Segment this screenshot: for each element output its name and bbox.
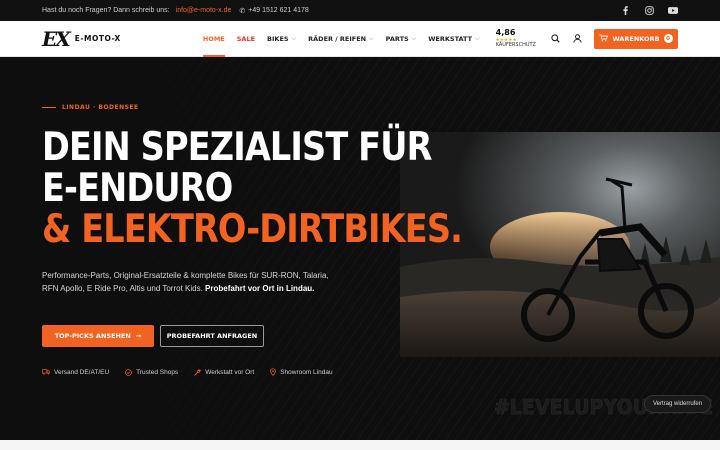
- hero-location-tag: LINDAU · BODENSEE: [42, 104, 139, 111]
- next-section-edge: [0, 440, 720, 450]
- cart-count-badge: 0: [663, 34, 673, 43]
- social-links: [620, 6, 678, 16]
- contact-phone-link[interactable]: ✆ +49 1512 621 4178: [239, 7, 308, 15]
- contact-message: Hast du noch Fragen? Dann schreib uns:: [42, 7, 170, 14]
- chevron-down-icon: ⌵: [369, 34, 374, 42]
- chevron-down-icon: ⌵: [291, 34, 297, 42]
- hero-headline: DEIN SPEZIALIST FÜR E-ENDURO & ELEKTRO-D…: [42, 125, 463, 252]
- test-ride-request-button[interactable]: PROBEFAHRT ANFRAGEN: [160, 325, 264, 347]
- wrench-icon: [194, 368, 202, 376]
- headline-line-1: DEIN SPEZIALIST FÜR: [42, 125, 432, 170]
- tag-line-divider: [42, 107, 56, 108]
- chevron-down-icon: ⌵: [475, 34, 480, 42]
- main-nav: HOME SALE BIKES ⌵ RÄDER / REIFEN ⌵ PARTS ⌵ …: [197, 21, 486, 57]
- cart-button[interactable]: WARENKORB 0: [594, 28, 678, 49]
- nav-sale-label: SALE: [236, 34, 256, 43]
- site-logo[interactable]: EX E-MOTO-X: [42, 27, 121, 51]
- chevron-down-icon: ⌵: [411, 34, 417, 42]
- nav-bikes-label: BIKES: [267, 34, 289, 43]
- headline-line-2: E-ENDURO: [42, 166, 233, 211]
- test-ride-label: PROBEFAHRT ANFRAGEN: [166, 332, 258, 340]
- nav-parts-label: PARTS: [385, 34, 409, 43]
- shield-check-icon: [125, 368, 132, 376]
- rating-label: KÄUFERSCHUTZ: [495, 42, 536, 49]
- facebook-icon[interactable]: [620, 6, 630, 16]
- hero-section: LINDAU · BODENSEE DEIN SPEZIALIST FÜR E-…: [0, 57, 720, 440]
- feature-label: Trusted Shops: [136, 368, 179, 376]
- nav-parts[interactable]: PARTS ⌵: [380, 21, 423, 57]
- phone-icon: ✆: [239, 7, 246, 15]
- feature-label: Showroom Lindau: [280, 368, 333, 376]
- nav-raeder-label: RÄDER / REIFEN: [308, 34, 367, 43]
- tag-label: LINDAU · BODENSEE: [62, 104, 139, 111]
- contact-phone-number: +49 1512 621 4178: [248, 7, 309, 14]
- feature-label: Werkstatt vor Ort: [205, 368, 255, 376]
- feature-label: Versand DE/AT/EU: [54, 368, 110, 376]
- cart-label: WARENKORB: [612, 34, 660, 43]
- top-info-bar: Hast du noch Fragen? Dann schreib uns: i…: [0, 0, 720, 21]
- youtube-icon[interactable]: [668, 6, 678, 16]
- logo-text: E-MOTO-X: [74, 34, 121, 43]
- instagram-icon[interactable]: [644, 6, 654, 16]
- rating-score: 4,86: [495, 27, 516, 37]
- nav-home-label: HOME: [202, 34, 225, 43]
- feature-list: Versand DE/AT/EU Trusted Shops Werkstatt…: [42, 368, 333, 376]
- headline-line-3: & ELEKTRO-DIRTBIKES.: [42, 207, 463, 252]
- nav-raeder-reifen[interactable]: RÄDER / REIFEN ⌵: [302, 21, 380, 57]
- cart-icon: [599, 33, 609, 44]
- top-picks-label: TOP-PICKS ANSEHEN: [54, 332, 131, 340]
- description-bold: Probefahrt vor Ort in Lindau.: [205, 283, 315, 293]
- location-pin-icon: [270, 368, 276, 376]
- contract-revoke-button[interactable]: Vertrag widerrufen: [644, 395, 712, 413]
- contact-email-link[interactable]: info@e-moto-x.de: [176, 7, 232, 14]
- search-icon[interactable]: [550, 34, 560, 44]
- feature-item: Werkstatt vor Ort: [194, 368, 254, 376]
- nav-werkstatt[interactable]: WERKSTATT ⌵: [422, 21, 485, 57]
- feature-item: Versand DE/AT/EU: [42, 368, 109, 376]
- nav-werkstatt-label: WERKSTATT: [428, 34, 473, 43]
- user-account-icon[interactable]: [572, 34, 582, 44]
- arrow-right-icon: →: [135, 332, 142, 340]
- nav-sale[interactable]: SALE: [231, 21, 261, 57]
- trusted-shops-rating[interactable]: 4,86 ★★★★★ KÄUFERSCHUTZ: [495, 27, 536, 49]
- truck-icon: [42, 369, 50, 375]
- nav-home[interactable]: HOME: [197, 21, 231, 57]
- hero-description: Performance-Parts, Original-Ersatzteile …: [42, 270, 332, 295]
- top-picks-button[interactable]: TOP-PICKS ANSEHEN →: [42, 325, 154, 347]
- feature-item: Showroom Lindau: [270, 368, 333, 376]
- feature-item: Trusted Shops: [125, 368, 178, 376]
- header-icons: [550, 34, 582, 44]
- logo-mark: EX: [42, 26, 71, 51]
- nav-bikes[interactable]: BIKES ⌵: [261, 21, 302, 57]
- main-header: EX E-MOTO-X HOME SALE BIKES ⌵ RÄDER / REI…: [0, 21, 720, 57]
